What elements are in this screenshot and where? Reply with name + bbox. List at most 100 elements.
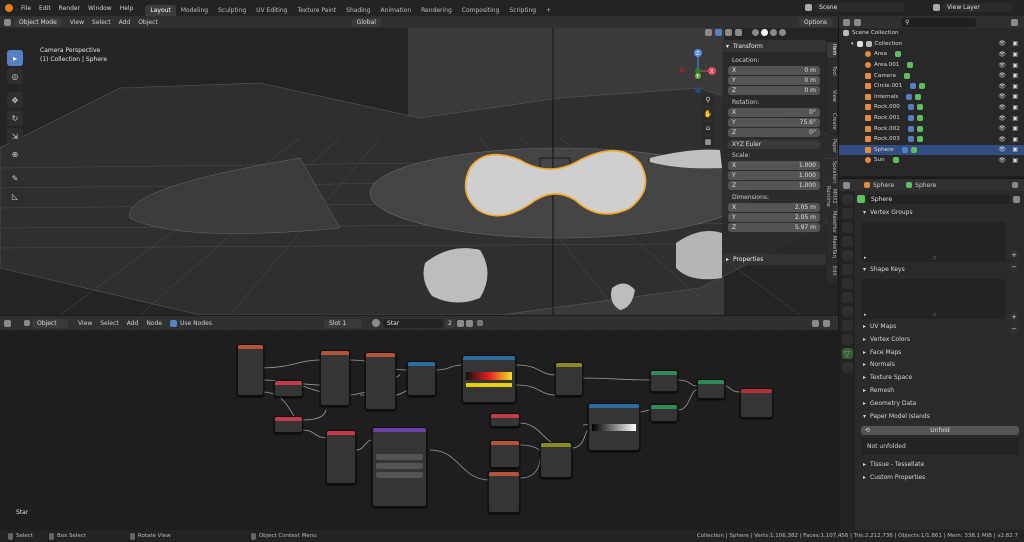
editor-type-icon[interactable] bbox=[4, 18, 11, 26]
rotate-tool-icon[interactable]: ↻ bbox=[7, 110, 23, 126]
mode-selector[interactable]: Object Mode bbox=[14, 17, 62, 27]
visibility-eye-icon[interactable]: 👁 bbox=[998, 157, 1006, 164]
node-mapping-b[interactable] bbox=[274, 416, 303, 433]
outliner-item-rock-001[interactable]: Rock.001 👁 ▣ bbox=[839, 113, 1024, 124]
dimensions-x-field[interactable]: X 2.05 m bbox=[728, 203, 820, 212]
section-uv-maps[interactable]: ▸ UV Maps bbox=[857, 321, 1023, 334]
npanel-tab-maketarget[interactable]: MakeTarget bbox=[827, 234, 837, 258]
node-menu-view[interactable]: View bbox=[74, 320, 96, 327]
node-principled[interactable] bbox=[650, 404, 678, 422]
npanel-tab-speakers[interactable]: Speakers bbox=[827, 159, 837, 183]
outliner-display-icon[interactable] bbox=[854, 18, 861, 26]
constraints-tab-icon[interactable] bbox=[841, 334, 853, 345]
backdrop-icon[interactable] bbox=[823, 319, 830, 327]
section-remesh[interactable]: ▸ Remesh bbox=[857, 385, 1023, 398]
vertex-groups-list[interactable]: ▸ :: bbox=[861, 221, 1005, 262]
rotation-y-field[interactable]: Y 75.6° bbox=[728, 118, 820, 127]
location-z-field[interactable]: Z 0 m bbox=[728, 86, 820, 95]
collection-render-icon[interactable]: ▣ bbox=[1012, 40, 1018, 47]
outliner-item-circle-001[interactable]: Circle.001 👁 ▣ bbox=[839, 81, 1024, 92]
overlay-toggle-icon[interactable] bbox=[725, 28, 732, 36]
npanel-tab-edit[interactable]: Edit bbox=[827, 259, 837, 283]
menu-edit[interactable]: Edit bbox=[35, 5, 55, 12]
outliner-item-camera[interactable]: Camera 👁 ▣ bbox=[839, 70, 1024, 81]
node-voronoi-texture[interactable] bbox=[365, 352, 396, 410]
tab-animation[interactable]: Animation bbox=[376, 5, 417, 16]
visibility-eye-icon[interactable]: 👁 bbox=[998, 62, 1006, 69]
snap-icon[interactable] bbox=[812, 319, 819, 327]
npanel-tab-makehuman[interactable]: MakeHuman bbox=[827, 209, 837, 233]
render-visibility-icon[interactable]: ▣ bbox=[1012, 104, 1018, 111]
location-y-field[interactable]: Y 0 m bbox=[728, 76, 820, 85]
tab-texture-paint[interactable]: Texture Paint bbox=[292, 5, 341, 16]
shape-key-add-button[interactable]: + bbox=[1009, 312, 1019, 322]
physics-tab-icon[interactable] bbox=[841, 320, 853, 331]
render-visibility-icon[interactable]: ▣ bbox=[1012, 125, 1018, 132]
properties-header[interactable]: ▸ Properties bbox=[722, 254, 826, 265]
render-visibility-icon[interactable]: ▣ bbox=[1012, 115, 1018, 122]
menu-file[interactable]: File bbox=[17, 5, 35, 12]
collection-visibility-icon[interactable]: 👁 bbox=[998, 40, 1006, 47]
options-button[interactable]: Options bbox=[798, 17, 832, 27]
node-mapping-a[interactable] bbox=[274, 380, 303, 397]
outliner-scene-collection[interactable]: Scene Collection bbox=[839, 28, 1024, 39]
node-gradient-texture[interactable] bbox=[488, 471, 520, 513]
tab-layout[interactable]: Layout bbox=[145, 5, 176, 16]
render-shading-icon[interactable] bbox=[779, 28, 786, 36]
fake-user-icon[interactable] bbox=[456, 319, 464, 327]
visibility-icon[interactable] bbox=[705, 28, 712, 36]
vertex-groups-header[interactable]: ▾ Vertex Groups bbox=[857, 207, 1023, 220]
node-texture-coordinate[interactable] bbox=[237, 344, 264, 396]
filter-icon[interactable] bbox=[1011, 18, 1018, 26]
node-noise-texture[interactable] bbox=[320, 350, 350, 406]
scene-selector[interactable]: Scene bbox=[815, 3, 905, 12]
object-tab-icon[interactable] bbox=[841, 278, 853, 289]
node-editor-canvas[interactable]: Star bbox=[0, 330, 838, 530]
menu-window[interactable]: Window bbox=[84, 5, 116, 12]
scale-x-field[interactable]: X 1.000 bbox=[728, 161, 820, 170]
scene-tab-icon[interactable] bbox=[841, 250, 853, 261]
scale-z-field[interactable]: Z 1.000 bbox=[728, 181, 820, 190]
list-resize-icon[interactable]: :: bbox=[933, 255, 936, 261]
render-visibility-icon[interactable]: ▣ bbox=[1012, 51, 1018, 58]
npanel-tab-item[interactable]: Item bbox=[827, 42, 837, 58]
visibility-eye-icon[interactable]: 👁 bbox=[998, 104, 1006, 111]
section-face-maps[interactable]: ▸ Face Maps bbox=[857, 346, 1023, 359]
dimensions-y-field[interactable]: Y 2.05 m bbox=[728, 213, 820, 222]
npanel-tab-create[interactable]: Create bbox=[827, 109, 837, 133]
location-x-field[interactable]: X 0 m bbox=[728, 66, 820, 75]
properties-type-icon[interactable] bbox=[843, 181, 850, 189]
node-separate[interactable] bbox=[407, 361, 436, 396]
visibility-eye-icon[interactable]: 👁 bbox=[998, 125, 1006, 132]
render-visibility-icon[interactable]: ▣ bbox=[1012, 93, 1018, 100]
shape-list-resize-icon[interactable]: :: bbox=[933, 312, 936, 318]
camera-view-icon[interactable]: ⌂ bbox=[702, 122, 714, 134]
mesh-fake-user-icon[interactable] bbox=[1013, 195, 1020, 203]
wireframe-shading-icon[interactable] bbox=[752, 28, 759, 36]
vertex-group-remove-button[interactable]: − bbox=[1009, 262, 1019, 272]
tool-tab-icon[interactable] bbox=[841, 194, 853, 205]
visibility-eye-icon[interactable]: 👁 bbox=[998, 83, 1006, 90]
select-box-tool-icon[interactable]: ▸ bbox=[7, 50, 23, 66]
unfold-button[interactable]: ⟲ Unfold bbox=[861, 425, 1019, 435]
render-visibility-icon[interactable]: ▣ bbox=[1012, 62, 1018, 69]
outliner-collection[interactable]: ▾ Collection 👁 ▣ bbox=[839, 39, 1024, 50]
menu-render[interactable]: Render bbox=[55, 5, 84, 12]
use-nodes-checkbox[interactable] bbox=[170, 319, 178, 327]
outliner-item-sphere[interactable]: Sphere 👁 ▣ bbox=[839, 144, 1024, 156]
node-emission[interactable] bbox=[650, 370, 678, 392]
outliner-item-rock-000[interactable]: Rock.000 👁 ▣ bbox=[839, 102, 1024, 113]
node-menu-add[interactable]: Add bbox=[123, 320, 143, 327]
npanel-tab-tool[interactable]: Tool bbox=[827, 59, 837, 83]
tab-rendering[interactable]: Rendering bbox=[416, 5, 457, 16]
annotate-tool-icon[interactable]: ✎ bbox=[7, 170, 23, 186]
rotation-x-field[interactable]: X 0° bbox=[728, 108, 820, 117]
outliner-item-rock-003[interactable]: Rock.003 👁 ▣ bbox=[839, 134, 1024, 145]
blender-logo-icon[interactable] bbox=[5, 4, 13, 12]
world-tab-icon[interactable] bbox=[841, 264, 853, 275]
section-vertex-colors[interactable]: ▸ Vertex Colors bbox=[857, 333, 1023, 347]
view-layer-tab-icon[interactable] bbox=[841, 236, 853, 247]
visibility-eye-icon[interactable]: 👁 bbox=[998, 93, 1006, 100]
node-value-b[interactable] bbox=[490, 440, 520, 468]
node-color-ramp-b[interactable] bbox=[588, 403, 640, 451]
